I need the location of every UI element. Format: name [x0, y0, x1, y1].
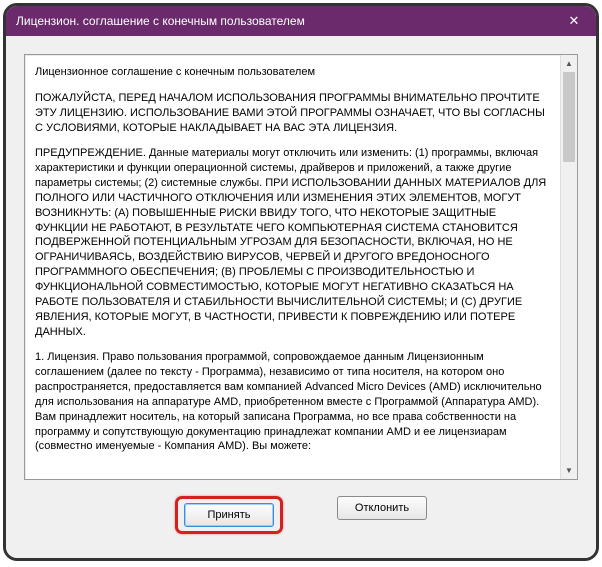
eula-textbox: Лицензионное соглашение с конечным польз… [24, 54, 578, 480]
highlight-annotation: Принять [175, 496, 283, 534]
close-button[interactable]: ✕ [552, 6, 596, 36]
scroll-thumb[interactable] [563, 72, 575, 162]
accept-button[interactable]: Принять [184, 503, 274, 527]
window-frame: Лицензион. соглашение с конечным пользов… [3, 3, 599, 561]
window-title: Лицензион. соглашение с конечным пользов… [16, 14, 305, 28]
chevron-down-icon: ▼ [565, 466, 573, 475]
eula-paragraph: 1. Лицензия. Право пользования программо… [35, 350, 552, 454]
scrollbar: ▲ ▼ [560, 55, 577, 479]
scroll-track[interactable] [561, 72, 577, 462]
content-area: Лицензионное соглашение с конечным польз… [6, 36, 596, 558]
button-row: Принять Отклонить [24, 480, 578, 540]
close-icon: ✕ [569, 13, 580, 29]
eula-content[interactable]: Лицензионное соглашение с конечным польз… [25, 55, 560, 479]
titlebar: Лицензион. соглашение с конечным пользов… [6, 6, 596, 36]
scroll-up-button[interactable]: ▲ [561, 55, 577, 72]
dialog-window: Лицензион. соглашение с конечным пользов… [6, 6, 596, 558]
eula-paragraph: ПРЕДУПРЕЖДЕНИЕ. Данные материалы могут о… [35, 146, 552, 339]
chevron-up-icon: ▲ [565, 59, 573, 68]
decline-button[interactable]: Отклонить [337, 496, 427, 520]
eula-paragraph: ПОЖАЛУЙСТА, ПЕРЕД НАЧАЛОМ ИСПОЛЬЗОВАНИЯ … [35, 91, 552, 136]
scroll-down-button[interactable]: ▼ [561, 462, 577, 479]
eula-heading: Лицензионное соглашение с конечным польз… [35, 65, 552, 80]
